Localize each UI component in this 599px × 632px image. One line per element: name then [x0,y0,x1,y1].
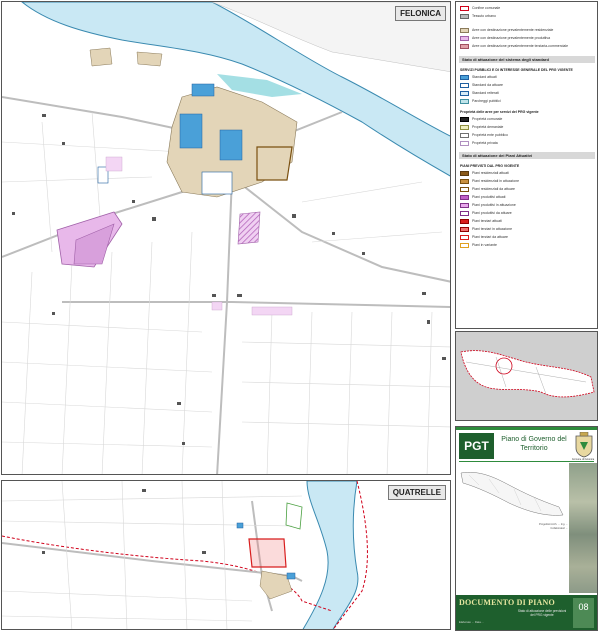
legend-label: Proprietà comunale [472,117,503,121]
legend-row-piani: Piani produttivi attuati [460,195,505,200]
legend-label: Standard reiterati [472,91,499,95]
legend-heading-piani: Stato di attuazione dei Piani Attuativi [459,152,595,159]
legend-label: Piani residenziali in attuazione [472,179,520,183]
tertiary-plan-area [248,538,287,568]
legend-swatch [460,75,469,80]
document-title: DOCUMENTO DI PIANO [459,598,555,607]
legend-row-proprieta: Proprietà comunale [460,117,502,122]
legend-swatch [460,171,469,176]
map-felonica[interactable]: FELONICA [1,1,451,475]
legend-swatch [460,195,469,200]
legend-swatch [460,14,469,19]
legend-row-piani: Piani produttivi in attuazione [460,203,516,208]
legend-row-piani: Piani residenziali attuati [460,171,509,176]
legend-swatch [460,243,469,248]
legend-swatch [460,6,469,11]
legend-label: Proprietà demaniale [472,125,504,129]
legend-row-piani: Piani residenziali in attuazione [460,179,519,184]
legend-heading-standard: Stato di attuazione del sistema degli st… [459,56,595,63]
legend-swatch [460,36,469,41]
legend-swatch [460,187,469,192]
map-label-quatrelle: QUATRELLE [387,485,446,500]
legend-swatch [460,179,469,184]
legend-swatch [460,219,469,224]
legend-label: Piani terziari in attuazione [472,227,513,231]
legend-swatch [460,117,469,122]
legend-swatch [460,141,469,146]
legend-row-piani: Piani produttivi da attuare [460,211,512,216]
legend-sub-proprieta: Proprietà delle aree per servizi del PRG… [460,110,539,114]
map-legend: Confine comunale Tessuto urbano Aree con d… [455,1,598,329]
legend-label: Piani residenziali attuati [472,171,509,175]
legend-label: Piani residenziali da attuare [472,187,515,191]
legend-row-top: Confine comunale [460,6,500,11]
legend-sub-servizi: SERVIZI PUBBLICI E DI INTERESSE GENERALE… [460,68,573,72]
legend-label: Piani produttivi da attuare [472,211,512,215]
legend-sub-piani: PIANI PREVISTI DAL PRG VIGENTE [460,164,520,168]
document-subtitle: Stato di attuazione delle previsioni del… [517,609,567,617]
legend-swatch [460,83,469,88]
legend-label: Piani in variante [472,243,497,247]
legend-row-attuazione: Aree con destinazione prevalentemente te… [460,44,568,49]
legend-label: Piani terziari da attuare [472,235,508,239]
legend-swatch [460,99,469,104]
legend-row-proprieta: Proprietà ente pubblico [460,133,508,138]
legend-swatch [460,91,469,96]
title-block: PGT Piano di Governo del Territorio Comu… [455,426,598,631]
legend-row-attuazione: Aree con destinazione prevalentemente re… [460,28,553,33]
legend-label: Proprietà privata [472,141,498,145]
legend-row-servizi: Standard attuati [460,75,497,80]
legend-row-proprieta: Proprietà demaniale [460,125,503,130]
legend-swatch [460,235,469,240]
title-top-bar [456,427,597,430]
legend-label: Parcheggi pubblici [472,99,501,103]
legend-label: Aree con destinazione prevalentemente te… [472,44,569,48]
plan-title: Piano di Governo del Territorio [501,436,567,452]
legend-label: Tessuto urbano [472,14,496,18]
legend-row-top: Tessuto urbano [460,14,496,19]
legend-swatch [460,44,469,49]
document-meta: Elaborato ... Data ... [459,620,484,624]
legend-label: Aree con destinazione prevalentemente pr… [472,36,551,40]
legend-label: Standard attuati [472,75,497,79]
map-label-felonica: FELONICA [395,6,446,21]
legend-label: Proprietà ente pubblico [472,133,508,137]
legend-row-attuazione: Aree con destinazione prevalentemente pr… [460,36,550,41]
inset-canvas [456,332,597,420]
map-quatrelle[interactable]: QUATRELLE [1,480,451,630]
inset-locator-map [455,331,598,421]
legend-row-proprieta: Proprietà privata [460,141,498,146]
title-divider [459,461,594,462]
legend-row-piani: Piani terziari attuati [460,219,502,224]
pgt-badge: PGT [459,433,494,459]
quatrelle-map-canvas [2,481,368,629]
municipal-crest-icon [575,432,593,458]
aerial-photo-strip [569,463,597,593]
legend-swatch [460,211,469,216]
legend-row-piani: Piani terziari in attuazione [460,227,512,232]
legend-label: Standard da attuare [472,83,503,87]
legend-label: Piani terziari attuati [472,219,502,223]
legend-row-servizi: Standard reiterati [460,91,499,96]
legend-row-piani: Piani in variante [460,243,497,248]
legend-label: Confine comunale [472,6,501,10]
legend-row-piani: Piani terziari da attuare [460,235,508,240]
legend-label: Aree con destinazione prevalentemente re… [472,28,554,32]
legend-row-servizi: Parcheggi pubblici [460,99,501,104]
felonica-map-canvas [2,2,450,474]
legend-swatch [460,227,469,232]
credits-text: Progettisti Arch. ... Ing. ... Collabora… [539,523,568,530]
legend-swatch [460,28,469,33]
legend-label: Piani produttivi in attuazione [472,203,516,207]
legend-swatch [460,203,469,208]
document-number: 08 [573,598,594,628]
legend-swatch [460,125,469,130]
legend-label: Piani produttivi attuati [472,195,506,199]
legend-row-servizi: Standard da attuare [460,83,503,88]
legend-row-piani: Piani residenziali da attuare [460,187,515,192]
legend-swatch [460,133,469,138]
territory-outline-map [460,472,564,516]
